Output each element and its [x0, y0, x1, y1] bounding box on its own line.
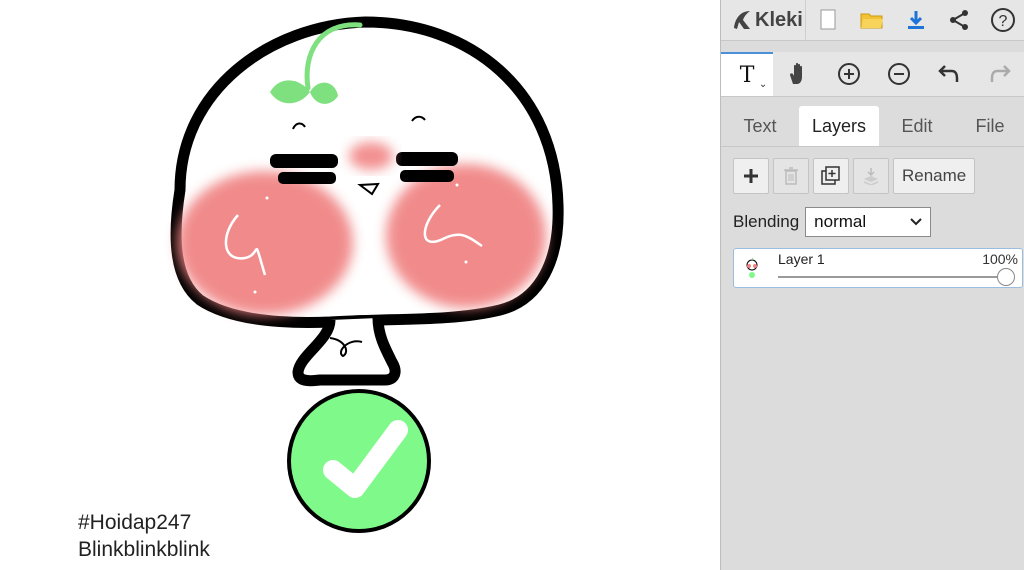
zoom-out-button[interactable]	[874, 52, 924, 96]
new-image-button[interactable]	[806, 0, 850, 40]
text-tool-button[interactable]: T ⌄	[721, 52, 774, 96]
download-icon	[907, 11, 924, 29]
panel-tabs: Text Layers Edit File	[721, 106, 1024, 147]
chevron-down-icon	[910, 218, 922, 226]
opacity-slider-track[interactable]	[778, 276, 1006, 278]
layer-item[interactable]: Layer 1 100%	[733, 248, 1023, 288]
open-file-button[interactable]	[850, 0, 894, 40]
svg-text:?: ?	[999, 13, 1008, 30]
tab-layers[interactable]: Layers	[799, 106, 879, 146]
help-icon: ?	[991, 8, 1016, 32]
chevron-down-icon[interactable]: ⌄	[759, 79, 767, 90]
duplicate-layer-button[interactable]	[813, 158, 849, 194]
drawing-canvas[interactable]: #Hoidap247 Blinkblinkblink	[0, 0, 720, 570]
merge-down-icon	[863, 168, 879, 185]
caption-line-2: Blinkblinkblink	[78, 538, 210, 561]
undo-icon	[938, 65, 959, 82]
zoom-in-button[interactable]	[824, 52, 874, 96]
merge-down-button[interactable]	[853, 158, 889, 194]
layer-name: Layer 1	[778, 251, 825, 267]
layer-toolbar: Rename	[733, 158, 976, 194]
kleki-logo[interactable]: Kleki	[721, 0, 807, 40]
layer-thumbnail	[740, 255, 766, 281]
add-layer-button[interactable]	[733, 158, 769, 194]
side-panel: Kleki ? T ⌄ Text Layers Edit File Rename…	[720, 0, 1024, 570]
opacity-slider-handle[interactable]	[997, 268, 1015, 286]
blending-label: Blending	[733, 212, 800, 231]
duplicate-layer-icon	[821, 166, 840, 185]
new-image-icon	[820, 9, 836, 30]
share-icon	[950, 10, 969, 30]
undo-button[interactable]	[924, 52, 974, 96]
hand-tool-button[interactable]	[773, 52, 823, 96]
text-tool-icon: T	[739, 62, 755, 88]
open-folder-icon	[860, 13, 884, 29]
delete-layer-button[interactable]	[773, 158, 809, 194]
share-button[interactable]	[938, 0, 982, 40]
blending-row: Blending normal	[733, 207, 932, 237]
redo-icon	[990, 65, 1011, 82]
app-name: Kleki	[755, 8, 803, 31]
kleki-logo-icon	[734, 11, 750, 29]
redo-button[interactable]	[975, 52, 1024, 96]
caption-line-1: #Hoidap247	[78, 511, 192, 534]
tab-text[interactable]: Text	[721, 106, 799, 146]
layer-opacity-label: 100%	[982, 251, 1018, 267]
add-layer-icon	[744, 169, 758, 183]
blending-select[interactable]: normal	[805, 207, 932, 237]
help-button[interactable]: ?	[981, 0, 1024, 40]
download-button[interactable]	[894, 0, 938, 40]
delete-layer-icon	[784, 167, 798, 185]
zoom-in-icon	[837, 63, 860, 85]
tool-row: T ⌄	[721, 52, 1024, 97]
hand-icon	[790, 62, 803, 84]
tab-edit[interactable]: Edit	[879, 106, 955, 146]
blending-value: normal	[814, 212, 867, 231]
zoom-out-icon	[888, 63, 911, 85]
tab-file[interactable]: File	[955, 106, 1024, 146]
top-bar: Kleki ?	[721, 0, 1024, 41]
rename-layer-button[interactable]: Rename	[893, 158, 976, 194]
artwork-image	[170, 16, 564, 533]
